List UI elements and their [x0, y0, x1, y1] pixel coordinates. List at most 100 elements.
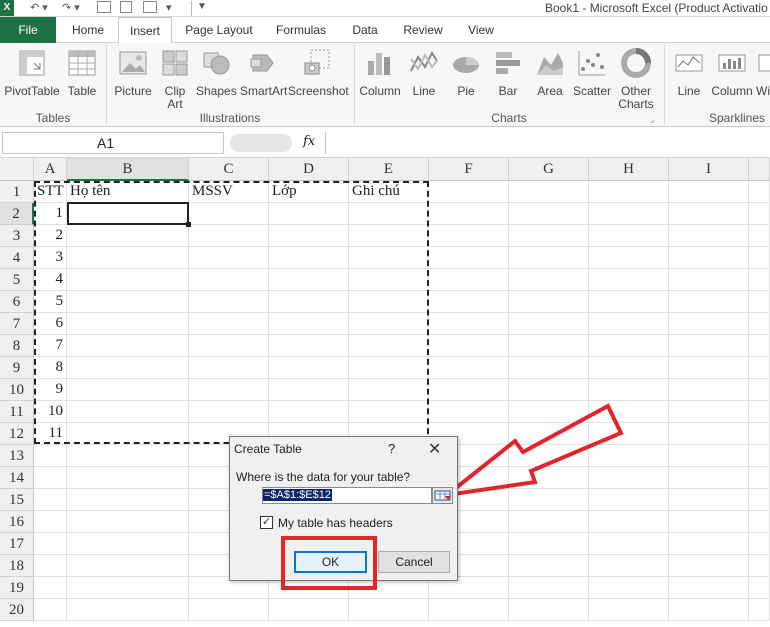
row-header-18[interactable]: 18: [0, 555, 34, 577]
range-input[interactable]: =$A$1:$E$12: [262, 487, 432, 504]
smartart-button[interactable]: SmartArt: [240, 47, 287, 98]
column-header-h[interactable]: H: [589, 158, 669, 181]
name-box[interactable]: A1: [2, 132, 224, 154]
cell[interactable]: [669, 291, 749, 313]
cell[interactable]: [509, 181, 589, 203]
cell[interactable]: [749, 599, 770, 621]
cell[interactable]: [749, 181, 770, 203]
cell[interactable]: [34, 467, 67, 489]
sparkline-column-button[interactable]: Column: [710, 47, 754, 98]
cell[interactable]: [34, 489, 67, 511]
column-header-c[interactable]: C: [189, 158, 269, 181]
cell[interactable]: [669, 467, 749, 489]
cell[interactable]: [429, 269, 509, 291]
tab-data[interactable]: Data: [344, 17, 386, 43]
row-header-2[interactable]: 2: [0, 203, 34, 225]
row-header-8[interactable]: 8: [0, 335, 34, 357]
cell[interactable]: [669, 247, 749, 269]
cell[interactable]: [509, 291, 589, 313]
cell[interactable]: [429, 203, 509, 225]
column-header-e[interactable]: E: [349, 158, 429, 181]
row-header-4[interactable]: 4: [0, 247, 34, 269]
undo-icon[interactable]: ↶ ▾: [30, 1, 48, 15]
cell[interactable]: [429, 313, 509, 335]
cell[interactable]: [669, 423, 749, 445]
cell[interactable]: [34, 511, 67, 533]
picture-button[interactable]: Picture: [112, 47, 154, 98]
cell[interactable]: [749, 423, 770, 445]
cell[interactable]: [749, 555, 770, 577]
cell[interactable]: [34, 599, 67, 621]
headers-checkbox[interactable]: ✓: [260, 516, 273, 529]
cell[interactable]: [589, 203, 669, 225]
form-icon[interactable]: [143, 1, 157, 13]
sparkline-line-button[interactable]: Line: [670, 47, 708, 98]
column-header-d[interactable]: D: [269, 158, 349, 181]
cancel-button[interactable]: Cancel: [378, 551, 450, 573]
other-charts-button[interactable]: Other Charts: [614, 47, 658, 111]
cell[interactable]: [429, 335, 509, 357]
print-preview-icon[interactable]: [97, 1, 111, 13]
clipart-button[interactable]: Clip Art: [158, 47, 192, 111]
cell[interactable]: [67, 445, 189, 467]
cell[interactable]: [749, 445, 770, 467]
row-header-9[interactable]: 9: [0, 357, 34, 379]
cell[interactable]: [509, 203, 589, 225]
row-header-13[interactable]: 13: [0, 445, 34, 467]
cell[interactable]: [669, 555, 749, 577]
cell[interactable]: [67, 533, 189, 555]
qat-more-icon[interactable]: ▾: [166, 1, 172, 15]
row-header-1[interactable]: 1: [0, 181, 34, 203]
cell[interactable]: [669, 489, 749, 511]
tab-view[interactable]: View: [460, 17, 502, 43]
redo-icon[interactable]: ↷ ▾: [62, 1, 80, 15]
charts-dialog-launcher-icon[interactable]: ⌟: [650, 114, 654, 125]
cell[interactable]: [67, 555, 189, 577]
cell[interactable]: [669, 577, 749, 599]
cell[interactable]: [669, 225, 749, 247]
cell[interactable]: [669, 511, 749, 533]
cell[interactable]: [749, 401, 770, 423]
fill-handle[interactable]: [186, 222, 191, 227]
table-button[interactable]: Table: [64, 47, 100, 98]
cell[interactable]: [429, 357, 509, 379]
column-header-a[interactable]: A: [34, 158, 67, 181]
cell[interactable]: [669, 445, 749, 467]
cell[interactable]: [34, 533, 67, 555]
cell[interactable]: [669, 533, 749, 555]
cell[interactable]: [67, 511, 189, 533]
active-cell-b2[interactable]: [67, 202, 189, 225]
customize-qat-icon[interactable]: ▼: [197, 1, 207, 15]
tab-home[interactable]: Home: [64, 17, 112, 43]
cell[interactable]: [429, 599, 509, 621]
tab-file[interactable]: File: [0, 17, 56, 43]
cell[interactable]: [669, 379, 749, 401]
cell[interactable]: [589, 291, 669, 313]
cell[interactable]: [749, 357, 770, 379]
cell[interactable]: [509, 577, 589, 599]
cell[interactable]: [509, 247, 589, 269]
cell[interactable]: [589, 555, 669, 577]
cell[interactable]: [509, 511, 589, 533]
collapse-dialog-button[interactable]: [432, 487, 453, 504]
cell[interactable]: [669, 181, 749, 203]
cell[interactable]: [189, 599, 269, 621]
cell[interactable]: [429, 181, 509, 203]
cell[interactable]: [589, 269, 669, 291]
tab-page-layout[interactable]: Page Layout: [180, 17, 258, 43]
cell[interactable]: [509, 335, 589, 357]
cell[interactable]: [749, 467, 770, 489]
close-icon[interactable]: ✕: [428, 439, 441, 459]
cell[interactable]: [749, 335, 770, 357]
sparkline-winloss-button[interactable]: Win: [756, 47, 770, 98]
row-header-6[interactable]: 6: [0, 291, 34, 313]
cell[interactable]: [34, 555, 67, 577]
row-header-10[interactable]: 10: [0, 379, 34, 401]
cell[interactable]: [509, 599, 589, 621]
screenshot-button[interactable]: Screenshot: [288, 47, 349, 98]
cell[interactable]: [589, 247, 669, 269]
row-header-19[interactable]: 19: [0, 577, 34, 599]
cell[interactable]: [749, 533, 770, 555]
shapes-button[interactable]: Shapes: [196, 47, 237, 98]
cell[interactable]: [67, 599, 189, 621]
